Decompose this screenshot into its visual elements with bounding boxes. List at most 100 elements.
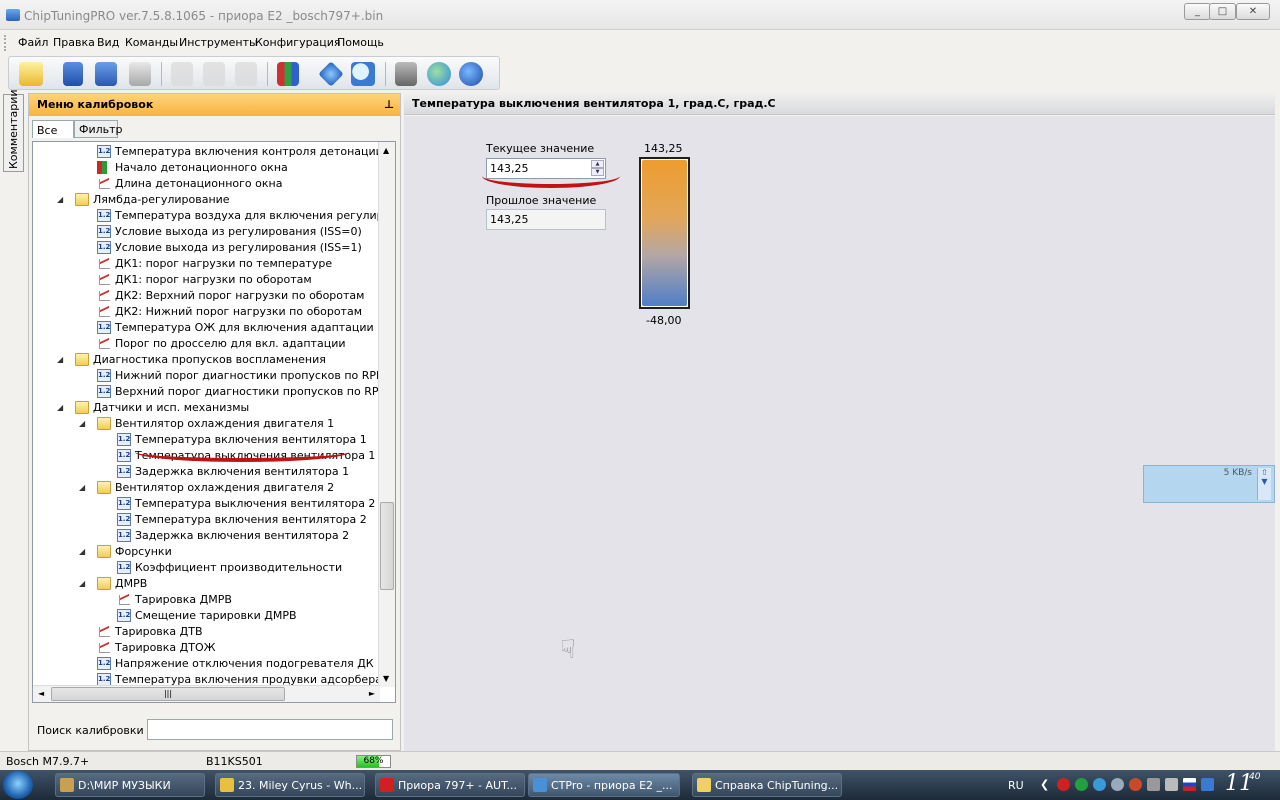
open-folder-icon[interactable] xyxy=(19,62,43,86)
print-icon[interactable] xyxy=(129,62,151,86)
status-id: B11KS501 xyxy=(206,755,263,768)
tree-collapse-icon[interactable]: ◢ xyxy=(79,580,87,588)
number-value-icon: 1.2 xyxy=(117,449,131,462)
bar-chart-icon xyxy=(97,161,111,174)
menu-view[interactable]: Вид xyxy=(97,36,119,49)
info-icon[interactable] xyxy=(318,61,344,87)
calibration-panel: Меню калибровок ⊥ Все Фильтр 1.2 Температ… xyxy=(28,93,401,751)
graph-curve-icon xyxy=(117,593,131,606)
taskbar-item-browser[interactable]: Приора 797+ - AUT... xyxy=(375,773,525,797)
tray-app-icon[interactable] xyxy=(1129,778,1142,791)
tray-antivirus-icon[interactable] xyxy=(1093,778,1106,791)
tools-icon[interactable] xyxy=(395,62,417,86)
tray-opera-icon[interactable] xyxy=(1057,778,1070,791)
undo-icon[interactable] xyxy=(235,62,257,86)
tree-item-label: ДК2: Нижний порог нагрузки по оборотам xyxy=(115,305,362,318)
spin-down-icon[interactable]: ▼ xyxy=(591,168,604,176)
folder-icon xyxy=(97,481,111,494)
tray-expand-icon[interactable]: ❮ xyxy=(1040,778,1049,791)
tree-item-label: Температура воздуха для включения регули… xyxy=(115,209,396,222)
tree-item-label: Температура включения вентилятора 1 xyxy=(135,433,367,446)
language-indicator[interactable]: RU xyxy=(1008,779,1024,792)
tray-network-icon[interactable] xyxy=(1147,778,1160,791)
tray-flag-icon[interactable] xyxy=(1183,778,1196,791)
scroll-down-icon[interactable]: ▼ xyxy=(383,674,389,683)
folder-icon xyxy=(60,778,74,792)
tree-horizontal-scroll-thumb[interactable]: ||| xyxy=(51,687,285,701)
scroll-left-icon[interactable]: ◄ xyxy=(38,689,44,698)
tab-filter[interactable]: Фильтр xyxy=(74,120,123,138)
pin-icon[interactable]: ⊥ xyxy=(384,98,394,111)
tree-item-label: Тарировка ДТВ xyxy=(115,625,203,638)
tab-all[interactable]: Все xyxy=(32,120,74,138)
minimize-button[interactable]: _ xyxy=(1184,3,1211,20)
tree-item-label: Задержка включения вентилятора 2 xyxy=(135,529,350,542)
taskbar-item-player[interactable]: 23. Miley Cyrus - Wh... xyxy=(215,773,365,797)
tray-volume-icon[interactable] xyxy=(1165,778,1178,791)
scroll-right-icon[interactable]: ► xyxy=(369,689,375,698)
save-icon[interactable] xyxy=(63,62,83,86)
tree-collapse-icon[interactable]: ◢ xyxy=(57,404,65,412)
tree-item-label: ДМРВ xyxy=(115,577,148,590)
network-speed-widget[interactable]: 5 KB/s ⇧ ▼ xyxy=(1143,465,1275,503)
taskbar-item-music-folder[interactable]: D:\МИР МУЗЫКИ xyxy=(55,773,205,797)
number-value-icon: 1.2 xyxy=(97,209,111,222)
close-button[interactable]: ✕ xyxy=(1236,3,1270,20)
taskbar-item-help[interactable]: Справка ChipTuning... xyxy=(692,773,842,797)
maximize-button[interactable]: □ xyxy=(1209,3,1236,20)
number-value-icon: 1.2 xyxy=(97,225,111,238)
search-magnifier-icon[interactable] xyxy=(351,62,375,86)
search-input[interactable] xyxy=(147,719,393,740)
folder-icon xyxy=(97,545,111,558)
previous-value-field: 143,25 xyxy=(486,209,606,230)
tree-collapse-icon[interactable]: ◢ xyxy=(79,484,87,492)
menu-file[interactable]: Файл xyxy=(18,36,48,49)
tree-item-label: Нижний порог диагностики пропусков по RP… xyxy=(115,369,386,382)
tray-green-icon[interactable] xyxy=(1075,778,1088,791)
tree-horizontal-scrollbar[interactable]: ◄ ||| ► xyxy=(33,685,380,702)
tree-vertical-scroll-thumb[interactable] xyxy=(380,502,394,590)
tree-collapse-icon[interactable]: ◢ xyxy=(57,356,65,364)
value-spinner[interactable]: ▲ ▼ xyxy=(591,160,604,177)
tree-vertical-scrollbar[interactable]: ▲ ▼ xyxy=(378,142,395,687)
spin-up-icon[interactable]: ▲ xyxy=(591,160,604,168)
tree-collapse-icon[interactable]: ◢ xyxy=(57,196,65,204)
tree-item-label: Условие выхода из регулирования (ISS=0) xyxy=(115,225,362,238)
menu-configuration[interactable]: Конфигурация xyxy=(255,36,341,49)
tree-collapse-icon[interactable]: ◢ xyxy=(79,420,87,428)
tree-item-label: Температура включения вентилятора 2 xyxy=(135,513,367,526)
number-value-icon: 1.2 xyxy=(117,609,131,622)
tray-tool-icon[interactable] xyxy=(1111,778,1124,791)
tray-monitor-icon[interactable] xyxy=(1201,778,1214,791)
start-button[interactable] xyxy=(3,771,33,799)
number-value-icon: 1.2 xyxy=(117,497,131,510)
tree-item-label: Условие выхода из регулирования (ISS=1) xyxy=(115,241,362,254)
chart-icon[interactable] xyxy=(277,62,299,86)
globe-icon[interactable] xyxy=(427,62,451,86)
calibration-panel-header: Меню калибровок ⊥ xyxy=(29,94,400,116)
ctpro-icon xyxy=(533,778,547,792)
app-window: ChipTuningPRO ver.7.5.8.1065 - приора E2… xyxy=(0,0,1280,770)
hand-cursor-icon: ☟ xyxy=(560,635,576,665)
menu-help[interactable]: Помощь xyxy=(337,36,384,49)
tree-collapse-icon[interactable]: ◢ xyxy=(79,548,87,556)
tree-item-label: ДК1: порог нагрузки по оборотам xyxy=(115,273,312,286)
tree-item-label: Коэффициент производительности xyxy=(135,561,343,574)
speed-widget-arrows-icon[interactable]: ⇧ ▼ xyxy=(1257,468,1271,500)
tree-item-label: ДК2: Верхний порог нагрузки по оборотам xyxy=(115,289,365,302)
tree-item-label: Начало детонационного окна xyxy=(115,161,288,174)
help-icon[interactable] xyxy=(459,62,483,86)
paste-icon[interactable] xyxy=(203,62,225,86)
number-value-icon: 1.2 xyxy=(117,529,131,542)
scroll-up-icon[interactable]: ▲ xyxy=(383,146,389,155)
gauge-max-label: 143,25 xyxy=(644,142,683,155)
value-gauge xyxy=(639,157,690,309)
save-as-icon[interactable] xyxy=(95,62,117,86)
menu-tools[interactable]: Инструменты xyxy=(179,36,258,49)
comments-tab[interactable]: Комментарии xyxy=(3,89,24,172)
menu-edit[interactable]: Правка xyxy=(53,36,95,49)
copy-icon[interactable] xyxy=(171,62,193,86)
taskbar-item-ctpro[interactable]: CTPro - приора E2 _... xyxy=(528,773,680,797)
tree-item-label: Датчики и исп. механизмы xyxy=(93,401,250,414)
menu-commands[interactable]: Команды xyxy=(125,36,178,49)
